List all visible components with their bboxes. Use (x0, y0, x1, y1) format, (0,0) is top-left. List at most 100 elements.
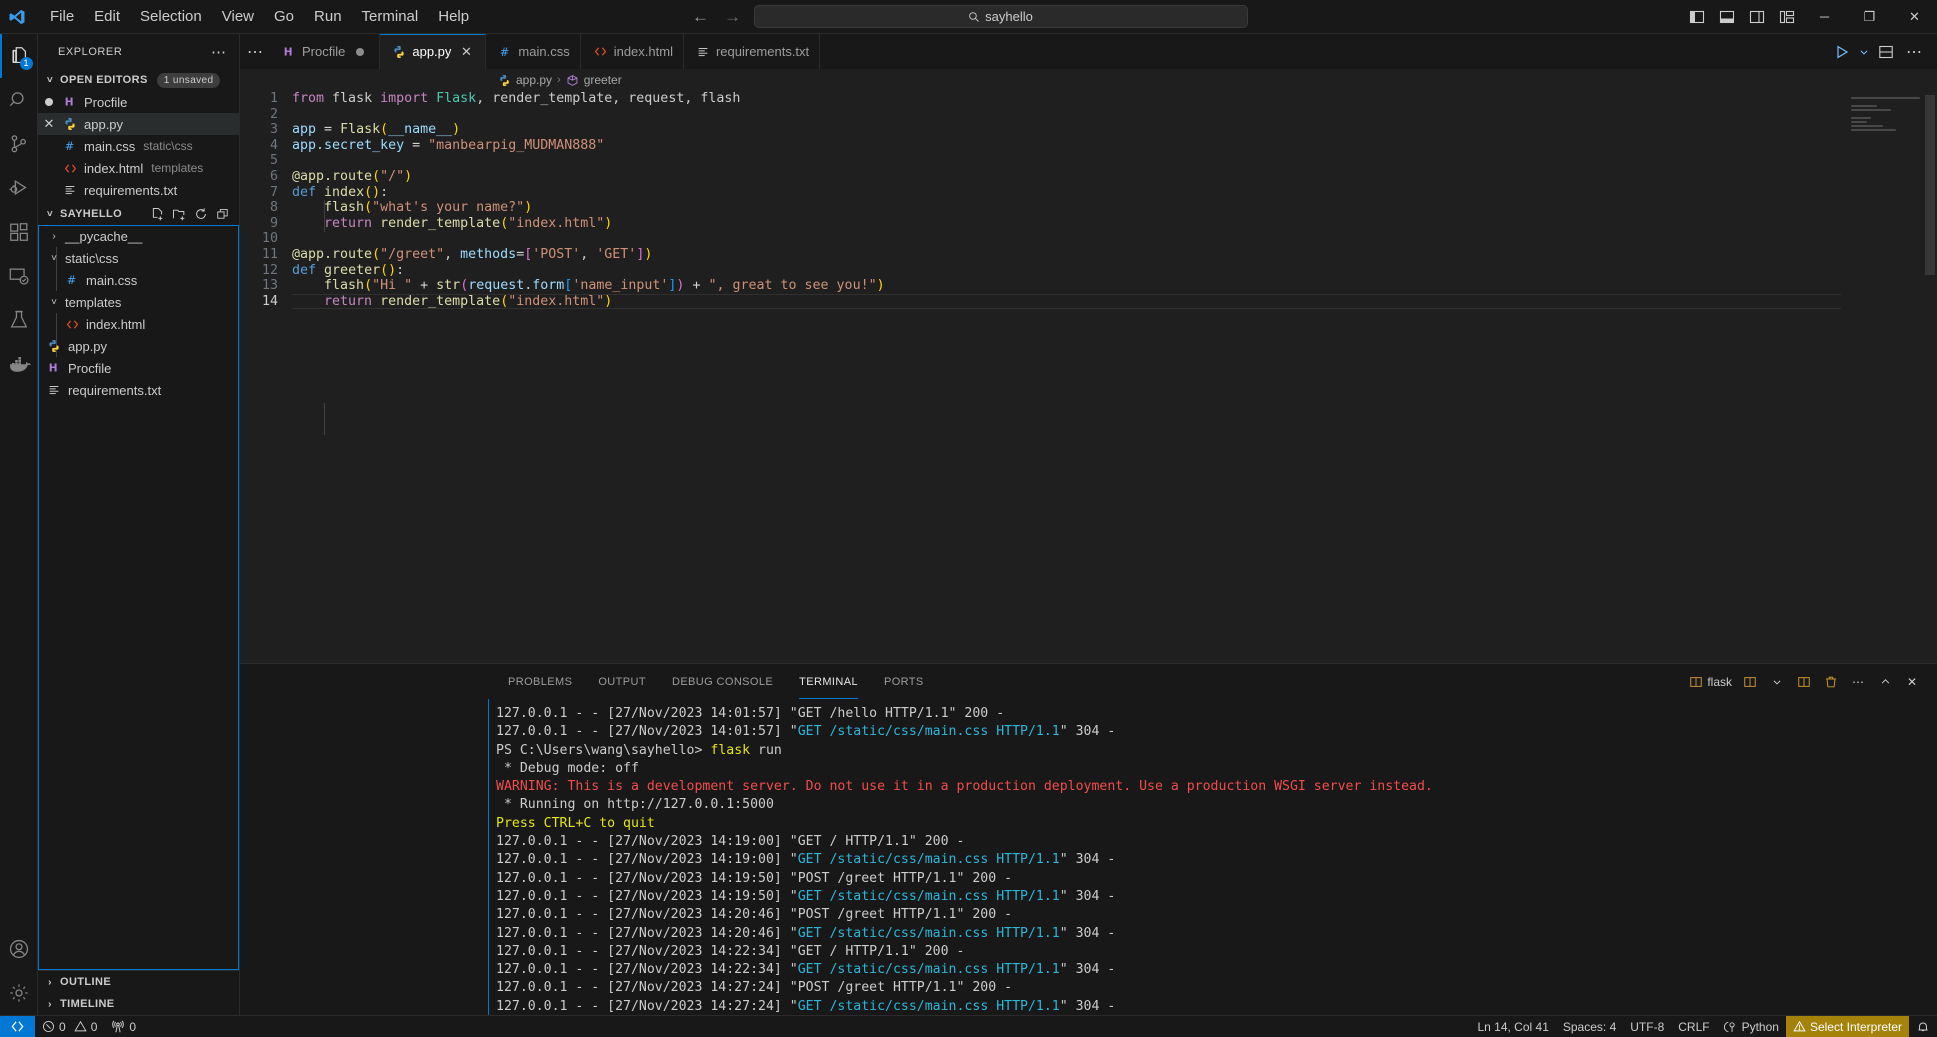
open-editor-requirements-txt[interactable]: requirements.txt (38, 179, 239, 201)
trash-icon[interactable] (1818, 669, 1844, 695)
activity-item-testing[interactable] (0, 298, 38, 342)
account-icon (8, 938, 30, 960)
tree-item-procfile[interactable]: H Procfile (38, 357, 239, 379)
close-icon[interactable]: ✕ (38, 118, 60, 130)
source-code[interactable]: 1from flask import Flask, render_templat… (240, 91, 1937, 309)
svg-text:#: # (500, 45, 510, 59)
menu-selection[interactable]: Selection (130, 5, 212, 29)
tab-procfile[interactable]: H Procfile (270, 34, 380, 69)
tree-item-index-html[interactable]: index.html (38, 313, 239, 335)
tab-index-html[interactable]: index.html (581, 34, 684, 69)
panel-tab-debug-console[interactable]: DEBUG CONSOLE (662, 664, 783, 699)
open-editor-app-py[interactable]: ✕ app.py (38, 113, 239, 135)
ports-status[interactable]: 0 (104, 1016, 143, 1037)
split-editor-icon[interactable] (1873, 37, 1899, 67)
activity-item-source-control[interactable] (0, 122, 38, 166)
tab-app-py[interactable]: app.py ✕ (380, 34, 486, 69)
menu-view[interactable]: View (212, 5, 264, 29)
tree-item-app-py[interactable]: app.py (38, 335, 239, 357)
section-open-editors[interactable]: ˅ OPEN EDITORS 1 unsaved (38, 69, 239, 91)
activity-item-explorer[interactable]: 1 (0, 34, 38, 78)
indentation[interactable]: Spaces: 4 (1556, 1016, 1623, 1037)
tree-item-static-css[interactable]: ˅ static\css (38, 247, 239, 269)
select-interpreter[interactable]: Select Interpreter (1786, 1016, 1909, 1037)
file-tree[interactable]: › __pycache__ ˅ static\css # main.css ˅ … (38, 225, 239, 970)
cursor-position[interactable]: Ln 14, Col 41 (1470, 1016, 1555, 1037)
menu-help[interactable]: Help (428, 5, 479, 29)
window-maximize-button[interactable]: ❐ (1847, 0, 1892, 34)
dirty-dot-icon[interactable] (351, 48, 369, 56)
chevron-down-icon[interactable] (1764, 669, 1790, 695)
tree-item-requirements-txt[interactable]: requirements.txt (38, 379, 239, 401)
tab-overflow-ellipsis-icon[interactable]: ⋯ (240, 34, 270, 69)
panel-tab-ports[interactable]: PORTS (874, 664, 934, 699)
minimap[interactable] (1851, 97, 1923, 137)
ellipsis-icon[interactable]: ⋯ (1845, 669, 1871, 695)
code-editor[interactable]: 1from flask import Flask, render_templat… (240, 91, 1937, 663)
tree-item-main-css[interactable]: # main.css (38, 269, 239, 291)
activity-item-search[interactable] (0, 78, 38, 122)
close-icon[interactable]: ✕ (457, 45, 475, 59)
section-outline[interactable]: › OUTLINE (38, 971, 239, 993)
collapse-all-icon[interactable] (213, 204, 233, 224)
html-icon (593, 44, 608, 59)
tab-requirements-txt[interactable]: requirements.txt (684, 34, 820, 69)
menu-edit[interactable]: Edit (84, 5, 130, 29)
menu-terminal[interactable]: Terminal (352, 5, 429, 29)
problems-status[interactable]: 0 0 (35, 1016, 104, 1037)
activity-item-extensions[interactable] (0, 210, 38, 254)
encoding[interactable]: UTF-8 (1623, 1016, 1671, 1037)
split-icon[interactable] (1791, 669, 1817, 695)
terminal-tab-flask[interactable]: flask (1685, 669, 1736, 695)
toggle-panel-icon[interactable] (1712, 0, 1742, 34)
tab-main-css[interactable]: # main.css (486, 34, 580, 69)
open-editor-index-html[interactable]: index.html templates (38, 157, 239, 179)
new-file-icon[interactable] (147, 204, 167, 224)
breadcrumb-file[interactable]: app.py (516, 73, 552, 87)
terminal-output[interactable]: 127.0.0.1 - - [27/Nov/2023 14:01:57] "GE… (240, 699, 1937, 1015)
menu-run[interactable]: Run (304, 5, 352, 29)
window-minimize-button[interactable]: ─ (1802, 0, 1847, 34)
window-close-button[interactable]: ✕ (1892, 0, 1937, 34)
language-mode[interactable]: Python (1717, 1016, 1786, 1037)
tree-item-pycache[interactable]: › __pycache__ (38, 225, 239, 247)
close-icon[interactable]: ✕ (1899, 669, 1925, 695)
toggle-secondary-sidebar-icon[interactable] (1742, 0, 1772, 34)
remote-indicator-icon[interactable] (0, 1016, 35, 1037)
activity-item-manage[interactable] (0, 971, 38, 1015)
ellipsis-icon[interactable]: ⋯ (207, 43, 231, 61)
toggle-primary-sidebar-icon[interactable] (1682, 0, 1712, 34)
dirty-dot-icon[interactable] (38, 98, 60, 106)
activity-item-docker[interactable] (0, 342, 38, 386)
code-pane[interactable]: 1from flask import Flask, render_templat… (240, 91, 1937, 663)
refresh-icon[interactable] (191, 204, 211, 224)
breadcrumb-symbol[interactable]: greeter (584, 73, 622, 87)
more-actions-icon[interactable]: ⋯ (1901, 37, 1927, 67)
customize-layout-icon[interactable] (1772, 0, 1802, 34)
open-editor-main-css[interactable]: # main.css static\css (38, 135, 239, 157)
menu-file[interactable]: File (40, 5, 84, 29)
run-python-file-icon[interactable] (1829, 37, 1855, 67)
section-workspace[interactable]: ˅ SAYHELLO (38, 203, 239, 225)
editor-vertical-scrollbar[interactable] (1923, 91, 1937, 663)
search-input[interactable]: sayhello (754, 5, 1248, 28)
open-editor-procfile[interactable]: H Procfile (38, 91, 239, 113)
chevron-up-icon[interactable] (1872, 669, 1898, 695)
activity-item-accounts[interactable] (0, 927, 38, 971)
notifications[interactable] (1909, 1016, 1937, 1037)
menu-go[interactable]: Go (264, 5, 304, 29)
new-folder-icon[interactable] (169, 204, 189, 224)
eol[interactable]: CRLF (1671, 1016, 1716, 1037)
activity-item-run-and-debug[interactable] (0, 166, 38, 210)
breadcrumb-separator: › (557, 74, 561, 86)
panel-tab-problems[interactable]: PROBLEMS (498, 664, 582, 699)
panel-tab-output[interactable]: OUTPUT (588, 664, 656, 699)
new-terminal-icon[interactable] (1737, 669, 1763, 695)
activity-item-remote-explorer[interactable] (0, 254, 38, 298)
arrow-left-icon[interactable]: ← (690, 8, 712, 26)
tree-item-templates[interactable]: ˅ templates (38, 291, 239, 313)
section-timeline[interactable]: › TIMELINE (38, 993, 239, 1015)
panel-tab-terminal[interactable]: TERMINAL (789, 664, 868, 699)
chevron-down-icon[interactable] (1857, 37, 1871, 67)
arrow-right-icon[interactable]: → (722, 8, 744, 26)
